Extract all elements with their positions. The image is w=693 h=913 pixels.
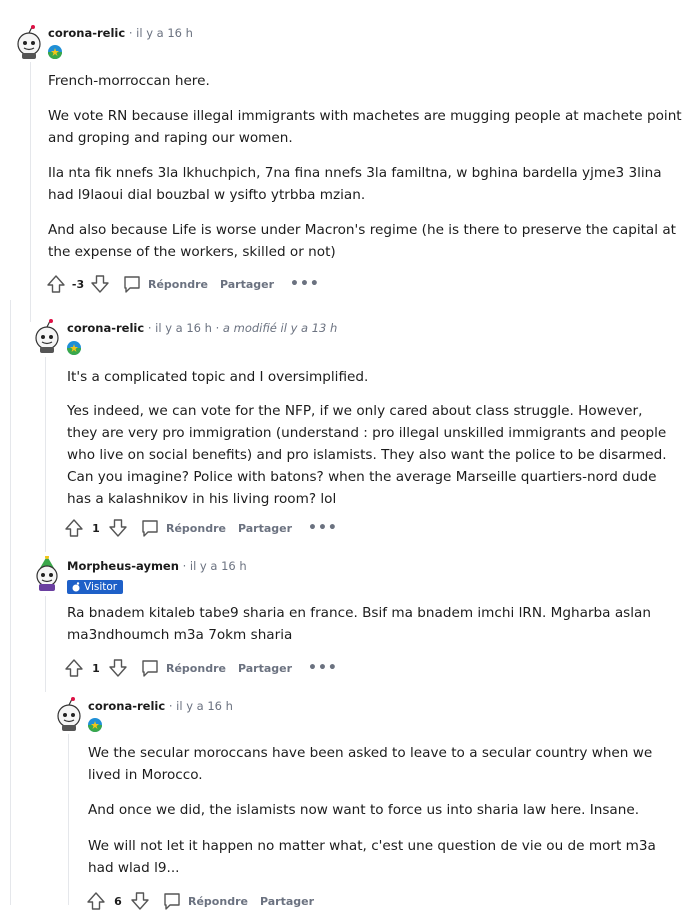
share-button[interactable]: Partager [260,895,314,908]
vote-score: 6 [114,894,122,908]
flag-flair-icon [88,718,102,732]
comment-text: We the secular moroccans have been asked… [88,745,653,783]
author-name[interactable]: corona-relic [88,699,165,713]
comment-actions: 6 Répondre Partager [86,889,314,913]
comment: corona-relic · il y a 16 h We the secula… [0,0,693,910]
comment-meta: corona-relic · il y a 16 h [88,699,233,713]
reply-label: Répondre [188,894,248,908]
comment-text: We will not let it happen no matter what… [88,838,656,876]
timestamp[interactable]: il y a 16 h [176,699,233,713]
share-label: Partager [259,894,315,908]
snoo-avatar-icon[interactable] [52,696,86,732]
upvote-arrow-icon[interactable] [86,891,106,911]
comment-text: And once we did, the islamists now want … [88,802,640,818]
reply-button[interactable]: Répondre [162,891,248,911]
separator: · [168,699,173,713]
downvote-arrow-icon[interactable] [130,891,150,911]
speech-bubble-icon [162,891,182,911]
